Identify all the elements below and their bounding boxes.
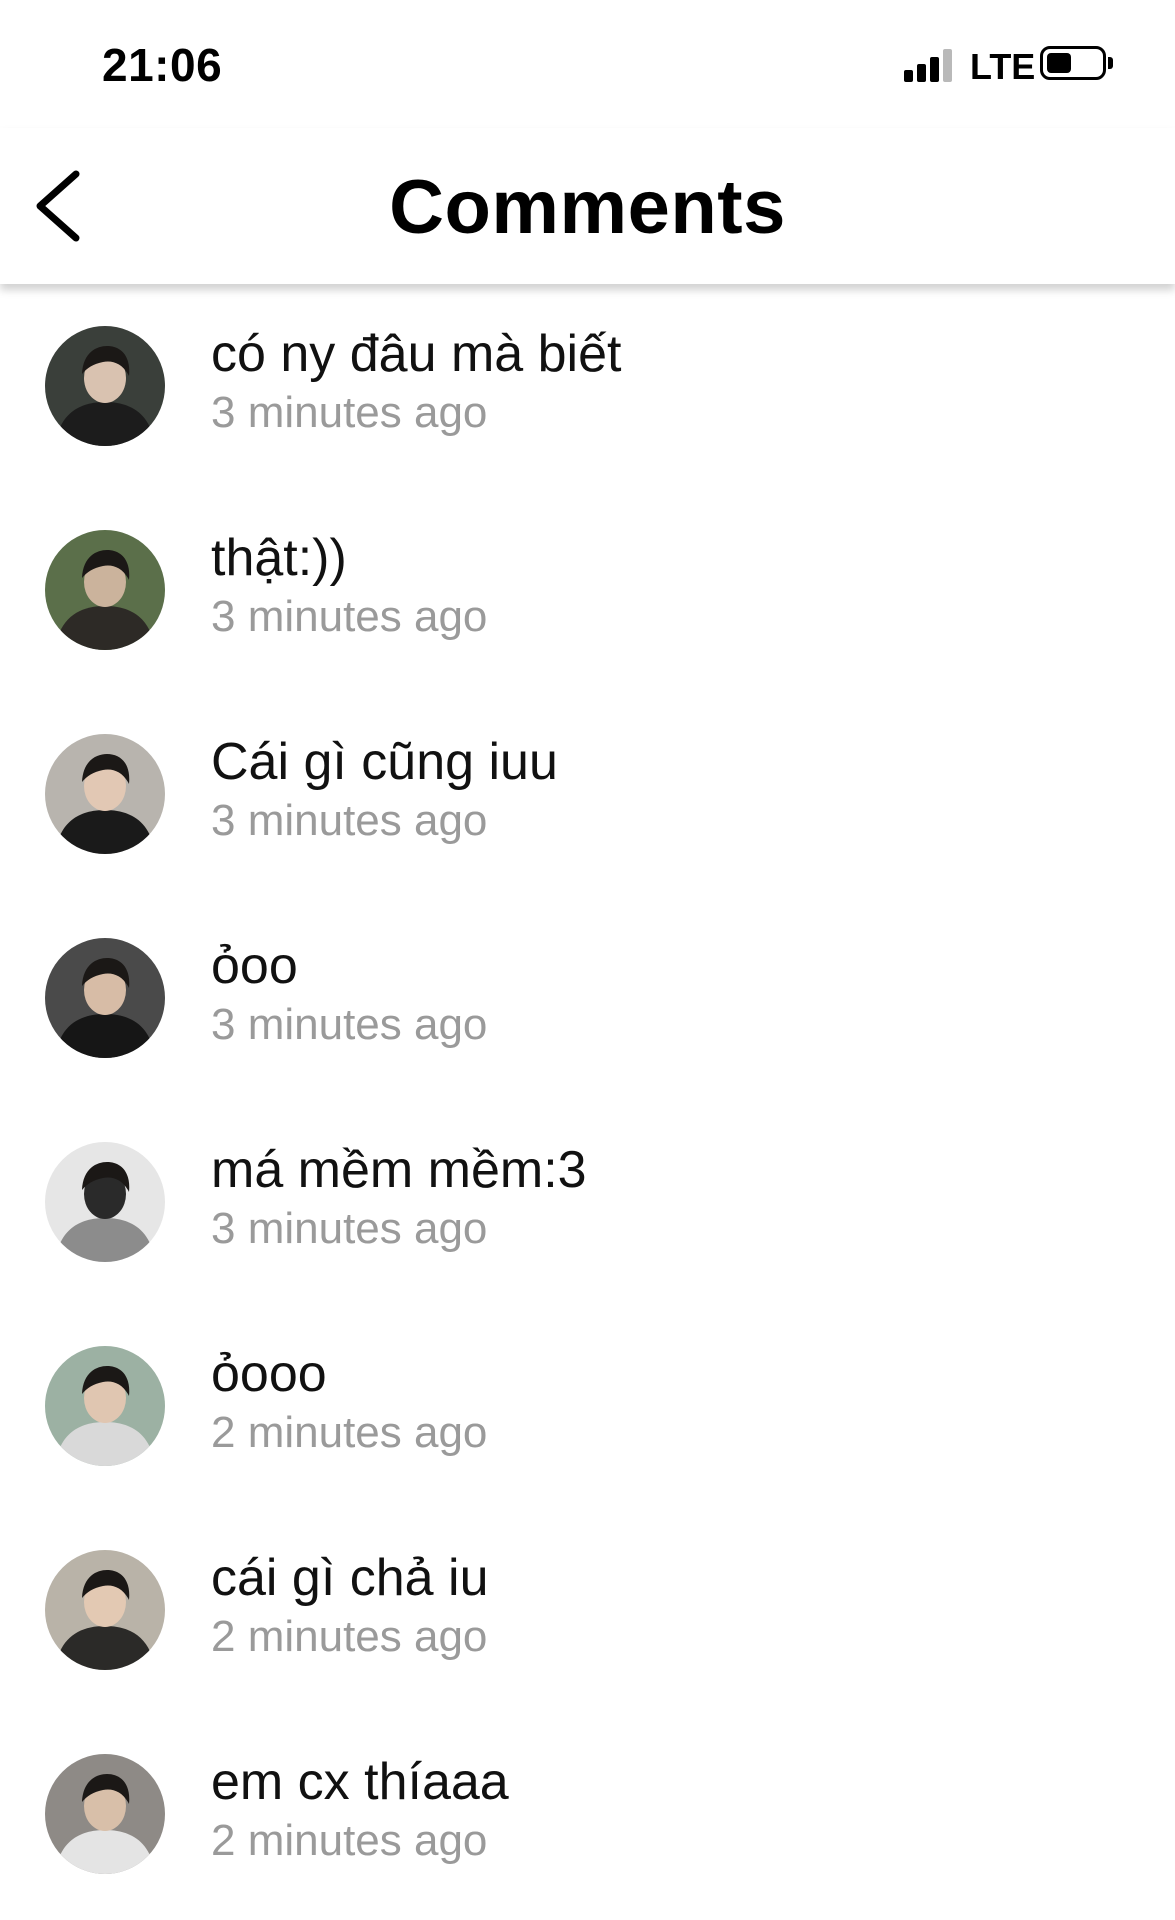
avatar-photo-icon: [45, 734, 165, 854]
network-type-label: LTE: [970, 46, 1036, 87]
comment-text: má mềm mềm:3: [211, 1141, 587, 1199]
comment-text: thật:)): [211, 529, 347, 587]
avatar-photo-icon: [45, 1550, 165, 1670]
page-title: Comments: [389, 165, 786, 250]
avatar-photo-icon: [45, 1754, 165, 1874]
avatar[interactable]: [45, 326, 165, 446]
comment-item[interactable]: thật:)) 3 minutes ago: [0, 488, 1175, 688]
comment-text: có ny đâu mà biết: [211, 325, 622, 383]
signal-strength-icon: [904, 48, 956, 82]
comment-item[interactable]: ỏoo 3 minutes ago: [0, 896, 1175, 1096]
comment-item[interactable]: Cái gì cũng iuu 3 minutes ago: [0, 692, 1175, 892]
comment-item[interactable]: em cx thíaaa 2 minutes ago: [0, 1712, 1175, 1912]
avatar[interactable]: [45, 530, 165, 650]
comment-list[interactable]: có ny đâu mà biết 3 minutes ago thật:)) 3 m…: [0, 284, 1175, 1920]
comment-item[interactable]: có ny đâu mà biết 3 minutes ago: [0, 284, 1175, 484]
avatar[interactable]: [45, 1550, 165, 1670]
avatar[interactable]: [45, 1142, 165, 1262]
status-time: 21:06: [102, 39, 223, 91]
comment-timestamp: 2 minutes ago: [211, 1612, 488, 1661]
avatar[interactable]: [45, 1754, 165, 1874]
comment-text: ỏoo: [211, 937, 298, 995]
comment-item[interactable]: cái gì chả iu 2 minutes ago: [0, 1508, 1175, 1708]
comment-text: Cái gì cũng iuu: [211, 733, 558, 791]
avatar-photo-icon: [45, 1346, 165, 1466]
comment-timestamp: 2 minutes ago: [211, 1816, 488, 1865]
comment-text: em cx thíaaa: [211, 1753, 509, 1811]
avatar-photo-icon: [45, 530, 165, 650]
avatar-photo-icon: [45, 938, 165, 1058]
header: Comments: [0, 128, 1175, 284]
avatar-photo-icon: [45, 1142, 165, 1262]
comment-timestamp: 3 minutes ago: [211, 388, 488, 437]
comment-timestamp: 3 minutes ago: [211, 592, 488, 641]
avatar[interactable]: [45, 1346, 165, 1466]
comment-text: cái gì chả iu: [211, 1549, 489, 1607]
avatar-photo-icon: [45, 326, 165, 446]
comment-timestamp: 3 minutes ago: [211, 1204, 488, 1253]
avatar[interactable]: [45, 938, 165, 1058]
battery-tip: [1108, 57, 1113, 69]
battery-icon: [1040, 46, 1106, 80]
comment-timestamp: 3 minutes ago: [211, 1000, 488, 1049]
comment-text: ỏooo: [211, 1345, 327, 1403]
avatar[interactable]: [45, 734, 165, 854]
comment-item[interactable]: má mềm mềm:3 3 minutes ago: [0, 1100, 1175, 1300]
comment-item[interactable]: ỏooo 2 minutes ago: [0, 1304, 1175, 1504]
comment-timestamp: 2 minutes ago: [211, 1408, 488, 1457]
comment-timestamp: 3 minutes ago: [211, 796, 488, 845]
status-bar: 21:06 LTE: [0, 0, 1175, 128]
